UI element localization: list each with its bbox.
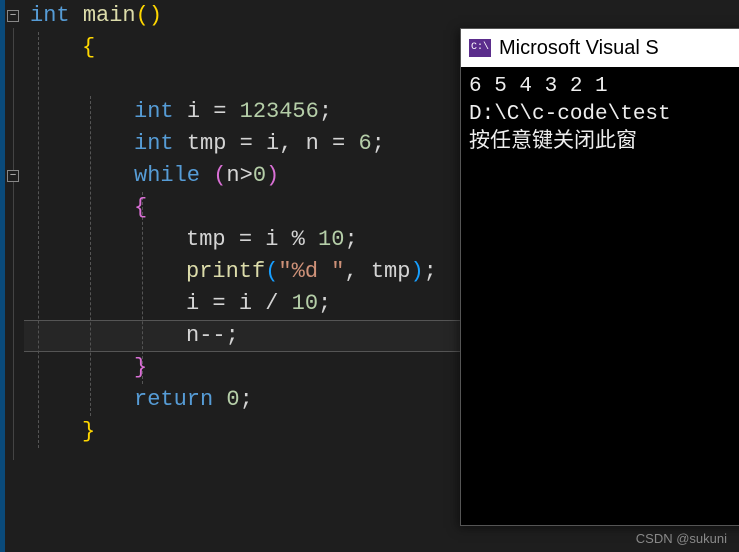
code-token: 0 <box>226 387 239 412</box>
console-line: 6 5 4 3 2 1 <box>469 75 608 98</box>
code-token <box>213 387 226 412</box>
code-token: int <box>134 99 174 124</box>
console-title: Microsoft Visual S <box>499 37 659 60</box>
code-token: 0 <box>253 163 266 188</box>
code-token: % <box>292 227 305 252</box>
fold-toggle[interactable]: − <box>7 10 19 22</box>
code-token: ; <box>372 131 385 156</box>
code-token: { <box>82 35 95 60</box>
code-token <box>345 131 358 156</box>
code-token: } <box>82 419 95 444</box>
code-token: = <box>239 227 252 252</box>
code-token: "%d " <box>278 259 344 284</box>
code-token: ) <box>410 259 423 284</box>
code-token: } <box>134 355 147 380</box>
code-token: = <box>212 291 225 316</box>
code-token <box>252 291 265 316</box>
code-token: i <box>265 227 278 252</box>
code-token: main <box>83 3 136 28</box>
code-token: ( <box>265 259 278 284</box>
code-token: ( <box>213 163 226 188</box>
code-token: ; <box>240 387 253 412</box>
code-token: , <box>279 131 305 156</box>
code-token: n <box>306 131 319 156</box>
code-token: i <box>186 291 199 316</box>
code-token: () <box>136 3 162 28</box>
code-token: n <box>226 163 239 188</box>
code-token: tmp <box>371 259 411 284</box>
code-token <box>200 99 213 124</box>
code-token: { <box>134 195 147 220</box>
console-window[interactable]: C:\ Microsoft Visual S 6 5 4 3 2 1 D:\C\… <box>460 28 739 526</box>
code-token: return <box>134 387 213 412</box>
code-token <box>174 131 187 156</box>
code-token: while <box>134 163 200 188</box>
code-token: = <box>332 131 345 156</box>
code-token: ; <box>226 323 239 348</box>
console-output: 6 5 4 3 2 1 D:\C\c-code\test 按任意键关闭此窗 <box>461 67 739 163</box>
code-token <box>253 131 266 156</box>
watermark: CSDN @sukuni <box>636 531 727 546</box>
code-token: = <box>213 99 226 124</box>
console-icon: C:\ <box>469 39 491 57</box>
code-token: printf <box>186 259 265 284</box>
fold-toggle[interactable]: − <box>7 170 19 182</box>
code-token <box>70 3 83 28</box>
code-token: , <box>344 259 370 284</box>
code-token: ; <box>318 291 331 316</box>
code-token: -- <box>199 323 225 348</box>
code-token: 10 <box>292 291 318 316</box>
code-token <box>278 227 291 252</box>
code-token: tmp <box>187 131 227 156</box>
fold-guide <box>13 28 14 460</box>
code-token <box>319 131 332 156</box>
code-token: i <box>239 291 252 316</box>
code-token: int <box>134 131 174 156</box>
code-token <box>226 291 239 316</box>
code-token: ; <box>319 99 332 124</box>
code-token <box>174 99 187 124</box>
code-token: n <box>186 323 199 348</box>
code-token: i <box>187 99 200 124</box>
code-token: ; <box>344 227 357 252</box>
code-token: / <box>265 291 278 316</box>
code-token: 10 <box>318 227 344 252</box>
code-token: ) <box>266 163 279 188</box>
code-token <box>252 227 265 252</box>
code-token <box>200 163 213 188</box>
code-token <box>305 227 318 252</box>
code-token: 123456 <box>240 99 319 124</box>
code-token <box>199 291 212 316</box>
code-token <box>278 291 291 316</box>
code-token: tmp <box>186 227 226 252</box>
console-titlebar[interactable]: C:\ Microsoft Visual S <box>461 29 739 67</box>
code-token: ; <box>424 259 437 284</box>
code-token: > <box>240 163 253 188</box>
code-token: int <box>30 3 70 28</box>
code-token <box>226 131 239 156</box>
gutter: −− <box>0 0 24 552</box>
code-token: 6 <box>358 131 371 156</box>
console-line: D:\C\c-code\test <box>469 103 671 126</box>
code-token: i <box>266 131 279 156</box>
console-line: 按任意键关闭此窗 <box>469 131 637 154</box>
code-token <box>226 99 239 124</box>
code-token: = <box>240 131 253 156</box>
code-token <box>226 227 239 252</box>
